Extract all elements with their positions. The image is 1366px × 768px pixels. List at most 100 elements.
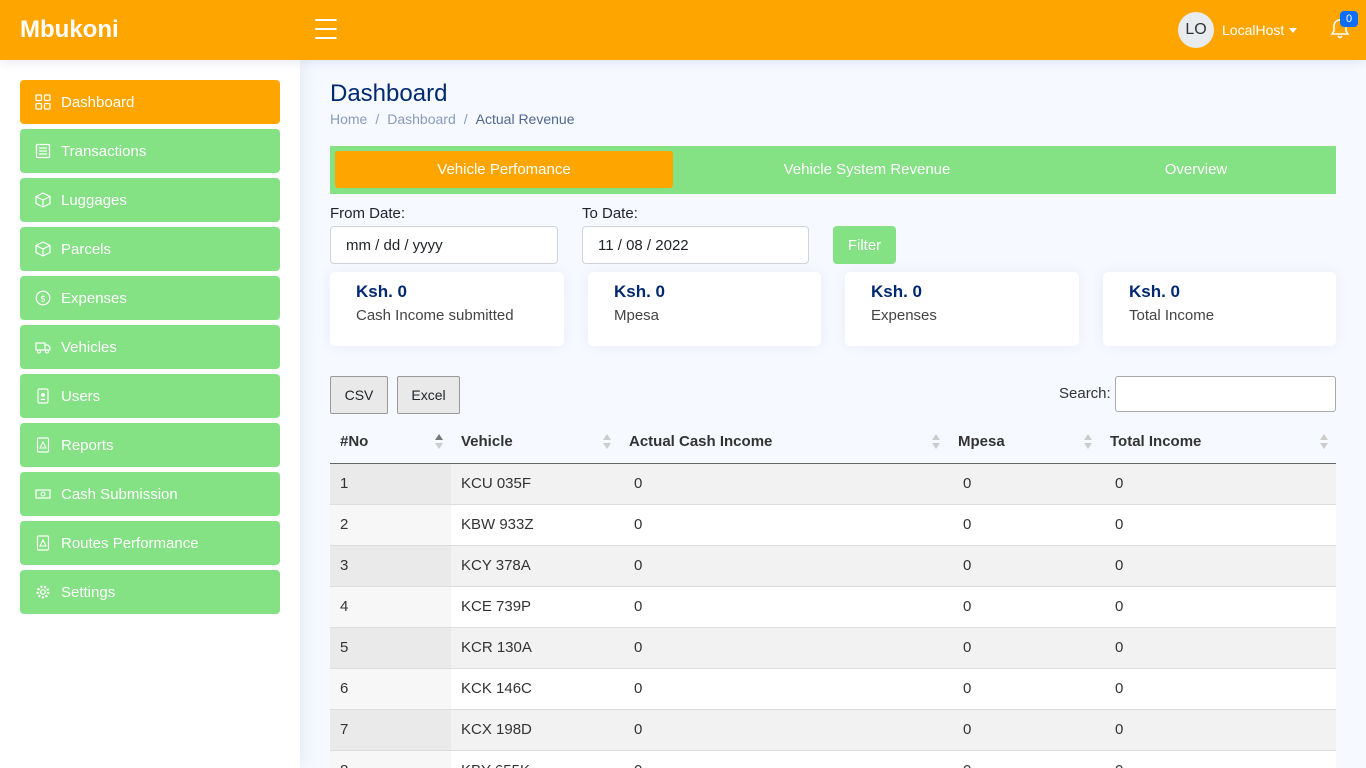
card-amount: Ksh. 0 bbox=[356, 282, 408, 301]
sidebar-item-label: Routes Performance bbox=[61, 534, 199, 552]
table-row: 7 KCX 198D 0 0 0 bbox=[330, 708, 1336, 750]
column-header-label: Vehicle bbox=[461, 432, 513, 450]
sidebar-item-label: Parcels bbox=[61, 240, 112, 258]
table-row: 6 KCK 146C 0 0 0 bbox=[330, 667, 1336, 709]
summary-card-expenses: Ksh. 0 Expenses bbox=[845, 272, 1079, 346]
cell-vehicle: KCU 035F bbox=[451, 462, 619, 504]
cell-no: 5 bbox=[330, 626, 451, 668]
sidebar-item-label: Luggages bbox=[61, 191, 127, 209]
dollar-circle-icon: $ bbox=[35, 290, 51, 306]
cell-actual-cash-income: 0 bbox=[619, 544, 948, 586]
column-header-mpesa[interactable]: Mpesa bbox=[948, 420, 1100, 464]
sidebar-item-label: Reports bbox=[61, 436, 114, 454]
cell-no: 7 bbox=[330, 708, 451, 750]
from-date-input[interactable]: mm / dd / yyyy bbox=[330, 226, 558, 264]
sidebar-item-label: Settings bbox=[61, 583, 116, 601]
cell-no: 4 bbox=[330, 585, 451, 627]
cell-vehicle: KCX 198D bbox=[451, 708, 619, 750]
sidebar-item-users[interactable]: Users bbox=[20, 374, 280, 418]
to-date-input[interactable]: 11 / 08 / 2022 bbox=[582, 226, 809, 264]
sidebar-item-routes-performance[interactable]: Routes Performance bbox=[20, 521, 280, 565]
sidebar-item-luggages[interactable]: Luggages bbox=[20, 178, 280, 222]
sidebar-item-label: Transactions bbox=[61, 142, 147, 160]
to-date-label: To Date: bbox=[582, 205, 638, 222]
search-label: Search: bbox=[1059, 385, 1111, 402]
column-header-vehicle[interactable]: Vehicle bbox=[451, 420, 619, 464]
sidebar-item-expenses[interactable]: $ Expenses bbox=[20, 276, 280, 320]
excel-export-button[interactable]: Excel bbox=[397, 376, 460, 414]
sidebar-item-vehicles[interactable]: Vehicles bbox=[20, 325, 280, 369]
search-input[interactable] bbox=[1115, 376, 1336, 412]
sidebar-item-cash-submission[interactable]: Cash Submission bbox=[20, 472, 280, 516]
cell-total-income: 0 bbox=[1100, 667, 1336, 709]
cell-mpesa: 0 bbox=[948, 626, 1100, 668]
tab-vehicle-performance[interactable]: Vehicle Perfomance bbox=[335, 151, 673, 188]
svg-text:$: $ bbox=[40, 295, 46, 305]
column-header-actual-cash-income[interactable]: Actual Cash Income bbox=[619, 420, 948, 464]
table-row: 8 KBY 655K 0 0 0 bbox=[330, 749, 1336, 768]
sidebar-item-reports[interactable]: Reports bbox=[20, 423, 280, 467]
sidebar-item-settings[interactable]: Settings bbox=[20, 570, 280, 614]
from-date-label: From Date: bbox=[330, 205, 406, 222]
sort-icon bbox=[1320, 434, 1328, 450]
summary-card-total-income: Ksh. 0 Total Income bbox=[1103, 272, 1336, 346]
cell-vehicle: KBY 655K bbox=[451, 749, 619, 768]
caret-down-icon bbox=[1289, 27, 1298, 33]
cell-no: 1 bbox=[330, 462, 451, 504]
sort-icon bbox=[435, 434, 443, 450]
profile-dropdown[interactable]: LO LocalHost bbox=[1178, 12, 1298, 48]
revenue-table: #No Vehicle Actual Cash Income Mpesa Tot… bbox=[330, 420, 1336, 768]
cell-total-income: 0 bbox=[1100, 749, 1336, 768]
sidebar-item-dashboard[interactable]: Dashboard bbox=[20, 80, 280, 124]
cell-mpesa: 0 bbox=[948, 585, 1100, 627]
breadcrumb-home[interactable]: Home bbox=[330, 111, 367, 127]
sidebar-item-parcels[interactable]: Parcels bbox=[20, 227, 280, 271]
avatar: LO bbox=[1178, 12, 1214, 48]
cell-total-income: 0 bbox=[1100, 544, 1336, 586]
card-amount: Ksh. 0 bbox=[871, 282, 923, 301]
sidebar-item-label: Expenses bbox=[61, 289, 127, 307]
cell-actual-cash-income: 0 bbox=[619, 667, 948, 709]
breadcrumb-dashboard[interactable]: Dashboard bbox=[387, 111, 456, 127]
card-label: Expenses bbox=[871, 307, 937, 324]
tab-overview[interactable]: Overview bbox=[1061, 151, 1331, 188]
box-icon bbox=[35, 241, 51, 257]
sort-icon bbox=[932, 434, 940, 450]
toggle-sidebar-icon[interactable] bbox=[315, 19, 337, 39]
cell-actual-cash-income: 0 bbox=[619, 749, 948, 768]
cell-vehicle: KCK 146C bbox=[451, 667, 619, 709]
breadcrumb-separator: / bbox=[375, 111, 380, 127]
table-row: 5 KCR 130A 0 0 0 bbox=[330, 626, 1336, 668]
sidebar-item-label: Vehicles bbox=[61, 338, 117, 356]
column-header-label: Total Income bbox=[1110, 432, 1202, 450]
card-amount: Ksh. 0 bbox=[1129, 282, 1181, 301]
cell-vehicle: KCE 739P bbox=[451, 585, 619, 627]
card-amount: Ksh. 0 bbox=[614, 282, 666, 301]
cell-no: 8 bbox=[330, 749, 451, 768]
sidebar-item-label: Cash Submission bbox=[61, 485, 178, 503]
notification-badge: 0 bbox=[1340, 11, 1358, 27]
filter-button[interactable]: Filter bbox=[833, 226, 896, 264]
table-row: 4 KCE 739P 0 0 0 bbox=[330, 585, 1336, 627]
truck-icon bbox=[35, 339, 51, 355]
tab-bar: Vehicle Perfomance Vehicle System Revenu… bbox=[330, 146, 1336, 194]
cell-mpesa: 0 bbox=[948, 503, 1100, 545]
tab-vehicle-system-revenue[interactable]: Vehicle System Revenue bbox=[703, 151, 1031, 188]
sidebar-item-label: Users bbox=[61, 387, 101, 405]
sidebar-item-transactions[interactable]: Transactions bbox=[20, 129, 280, 173]
cell-total-income: 0 bbox=[1100, 503, 1336, 545]
grid-icon bbox=[35, 94, 51, 110]
brand-logo[interactable]: Mbukoni bbox=[20, 14, 119, 46]
column-header-no[interactable]: #No bbox=[330, 420, 451, 464]
cell-mpesa: 0 bbox=[948, 708, 1100, 750]
breadcrumb: Home / Dashboard / Actual Revenue bbox=[330, 111, 574, 127]
column-header-total-income[interactable]: Total Income bbox=[1100, 420, 1336, 464]
sort-icon bbox=[603, 434, 611, 450]
cell-vehicle: KCY 378A bbox=[451, 544, 619, 586]
csv-export-button[interactable]: CSV bbox=[330, 376, 388, 414]
table-row: 3 KCY 378A 0 0 0 bbox=[330, 544, 1336, 586]
profile-name: LocalHost bbox=[1222, 22, 1285, 38]
cell-mpesa: 0 bbox=[948, 667, 1100, 709]
table-header-row: #No Vehicle Actual Cash Income Mpesa Tot… bbox=[330, 420, 1336, 464]
file-pdf-icon bbox=[35, 535, 51, 551]
